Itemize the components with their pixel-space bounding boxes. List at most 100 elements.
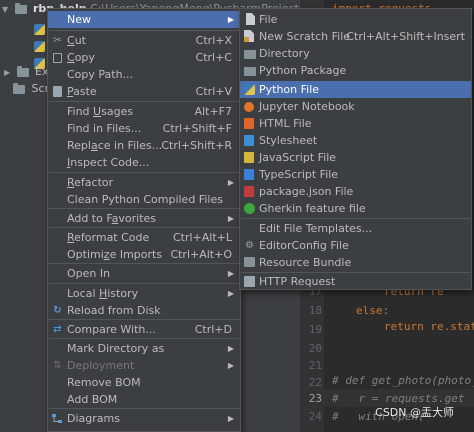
chevron-down-icon[interactable]: ▼ bbox=[2, 1, 11, 18]
line-number: 18 bbox=[308, 304, 322, 317]
gherkin-icon bbox=[244, 203, 255, 214]
submenu-item-resource-bundle[interactable]: Resource Bundle bbox=[240, 254, 471, 271]
menu-item-mark-directory-as[interactable]: Mark Directory as ▶ bbox=[48, 340, 240, 357]
paste-icon bbox=[53, 86, 62, 97]
tree-file-row[interactable] bbox=[34, 20, 48, 37]
menu-item-refactor[interactable]: Refactor ▶ bbox=[48, 174, 240, 191]
menu-item-label: Python Package bbox=[259, 64, 347, 77]
css-icon bbox=[244, 135, 254, 146]
menu-item-find-in-files[interactable]: Find in Files... Ctrl+Shift+F bbox=[48, 120, 240, 137]
menu-item-label: JavaScript File bbox=[259, 151, 337, 164]
html-icon bbox=[244, 118, 254, 129]
typescript-icon bbox=[244, 169, 254, 180]
submenu-item-javascript-file[interactable]: JavaScript File bbox=[240, 149, 471, 166]
menu-item-deployment: ⇅ Deployment ▶ bbox=[48, 357, 240, 374]
menu-item-replace-in-files[interactable]: Replace in Files... Ctrl+Shift+R bbox=[48, 137, 240, 154]
menu-item-add-to-favorites[interactable]: Add to Favorites ▶ bbox=[48, 210, 240, 227]
menu-item-label: Add BOM bbox=[67, 393, 118, 406]
menu-item-label: TypeScript File bbox=[259, 168, 339, 181]
submenu-arrow-icon: ▶ bbox=[227, 214, 234, 223]
submenu-item-http-request[interactable]: HTTP Request bbox=[240, 273, 471, 290]
menu-separator bbox=[241, 218, 470, 219]
gear-icon: ⚙ bbox=[245, 240, 254, 251]
menu-item-label: New Scratch File bbox=[259, 30, 351, 43]
menu-item-label: Find in Files... bbox=[67, 122, 142, 135]
submenu-arrow-icon: ▶ bbox=[227, 15, 234, 24]
menu-item-label: Edit File Templates... bbox=[259, 222, 373, 235]
menu-item-paste[interactable]: Paste Ctrl+V bbox=[48, 83, 240, 100]
menu-item-compare-with[interactable]: ⇄ Compare With... Ctrl+D bbox=[48, 321, 240, 338]
menu-item-find-usages[interactable]: Find Usages Alt+F7 bbox=[48, 103, 240, 120]
submenu-arrow-icon: ▶ bbox=[227, 414, 234, 423]
menu-item-diagrams[interactable]: Diagrams ▶ bbox=[48, 410, 240, 427]
menu-item-shortcut: Ctrl+Alt+O bbox=[170, 248, 232, 261]
menu-item-open-in[interactable]: Open In ▶ bbox=[48, 265, 240, 282]
file-icon bbox=[246, 13, 255, 25]
submenu-item-gherkin-feature[interactable]: Gherkin feature file bbox=[240, 200, 471, 217]
menu-item-cut[interactable]: ✂ Cut Ctrl+X bbox=[48, 32, 240, 49]
submenu-item-typescript-file[interactable]: TypeScript File bbox=[240, 166, 471, 183]
tree-external-libraries[interactable]: ▶ Ext bbox=[4, 63, 53, 80]
submenu-item-editorconfig-file[interactable]: ⚙ EditorConfig File bbox=[240, 237, 471, 254]
submenu-item-file[interactable]: File bbox=[240, 11, 471, 28]
submenu-item-python-package[interactable]: Python Package bbox=[240, 62, 471, 79]
menu-item-label: Copy bbox=[67, 51, 95, 64]
python-file-icon bbox=[244, 84, 255, 95]
menu-item-clean-python-compiled[interactable]: Clean Python Compiled Files bbox=[48, 191, 240, 208]
menu-item-label: New bbox=[67, 13, 91, 26]
menu-item-label: Local History bbox=[67, 287, 139, 300]
menu-item-inspect-code[interactable]: Inspect Code... bbox=[48, 154, 240, 171]
menu-item-new[interactable]: New ▶ bbox=[48, 11, 240, 28]
menu-item-label: Directory bbox=[259, 47, 310, 60]
menu-item-label: Python File bbox=[259, 83, 320, 96]
menu-item-label: HTML File bbox=[259, 117, 312, 130]
submenu-item-python-file[interactable]: Python File bbox=[240, 81, 471, 98]
menu-separator bbox=[49, 227, 239, 228]
menu-item-label: Clean Python Compiled Files bbox=[67, 193, 223, 206]
line-number: 24 bbox=[308, 410, 322, 423]
tree-file-row[interactable] bbox=[34, 37, 48, 54]
menu-item-label: Remove BOM bbox=[67, 376, 141, 389]
context-menu: New ▶ ✂ Cut Ctrl+X Copy Ctrl+C Copy Path… bbox=[47, 8, 241, 432]
menu-item-reformat-code[interactable]: Reformat Code Ctrl+Alt+L bbox=[48, 229, 240, 246]
menu-item-copy-path[interactable]: Copy Path... bbox=[48, 66, 240, 83]
menu-item-label: Find Usages bbox=[67, 105, 134, 118]
menu-item-label: Mark Directory as bbox=[67, 342, 165, 355]
menu-item-label: Cut bbox=[67, 34, 86, 47]
menu-item-copy[interactable]: Copy Ctrl+C bbox=[48, 49, 240, 66]
menu-item-optimize-imports[interactable]: Optimize Imports Ctrl+Alt+O bbox=[48, 246, 240, 263]
submenu-item-edit-file-templates[interactable]: Edit File Templates... bbox=[240, 220, 471, 237]
line-number: 20 bbox=[308, 342, 322, 355]
menu-item-reload-from-disk[interactable]: ↻ Reload from Disk bbox=[48, 302, 240, 319]
menu-item-label: package.json File bbox=[259, 185, 354, 198]
submenu-item-package-json[interactable]: package.json File bbox=[240, 183, 471, 200]
scratches-icon bbox=[13, 82, 25, 94]
submenu-arrow-icon: ▶ bbox=[227, 361, 234, 370]
submenu-item-jupyter-notebook[interactable]: Jupyter Notebook bbox=[240, 98, 471, 115]
code-text: return re.stat bbox=[384, 320, 474, 333]
menu-item-label: Deployment bbox=[67, 359, 135, 372]
chevron-right-icon[interactable]: ▶ bbox=[4, 64, 13, 81]
menu-item-local-history[interactable]: Local History ▶ bbox=[48, 285, 240, 302]
submenu-item-html-file[interactable]: HTML File bbox=[240, 115, 471, 132]
menu-item-label: Compare With... bbox=[67, 323, 156, 336]
library-icon bbox=[16, 65, 29, 77]
directory-icon bbox=[244, 50, 256, 59]
menu-separator bbox=[49, 283, 239, 284]
menu-separator bbox=[49, 101, 239, 102]
jupyter-icon bbox=[244, 102, 254, 112]
compare-icon: ⇄ bbox=[53, 324, 62, 335]
copy-icon bbox=[53, 53, 62, 63]
tree-scratches[interactable]: Scr bbox=[13, 80, 49, 97]
deployment-icon: ⇅ bbox=[53, 360, 62, 371]
menu-item-shortcut: Ctrl+C bbox=[195, 51, 232, 64]
submenu-item-new-scratch-file[interactable]: New Scratch File Ctrl+Alt+Shift+Insert bbox=[240, 28, 471, 45]
submenu-item-directory[interactable]: Directory bbox=[240, 45, 471, 62]
menu-item-label: EditorConfig File bbox=[259, 239, 349, 252]
menu-item-add-bom[interactable]: Add BOM bbox=[48, 391, 240, 408]
menu-item-remove-bom[interactable]: Remove BOM bbox=[48, 374, 240, 391]
watermark: CSDN @盂大师 bbox=[375, 406, 454, 419]
scratch-file-icon bbox=[244, 30, 254, 42]
submenu-item-stylesheet[interactable]: Stylesheet bbox=[240, 132, 471, 149]
menu-item-label: Add to Favorites bbox=[67, 212, 157, 225]
